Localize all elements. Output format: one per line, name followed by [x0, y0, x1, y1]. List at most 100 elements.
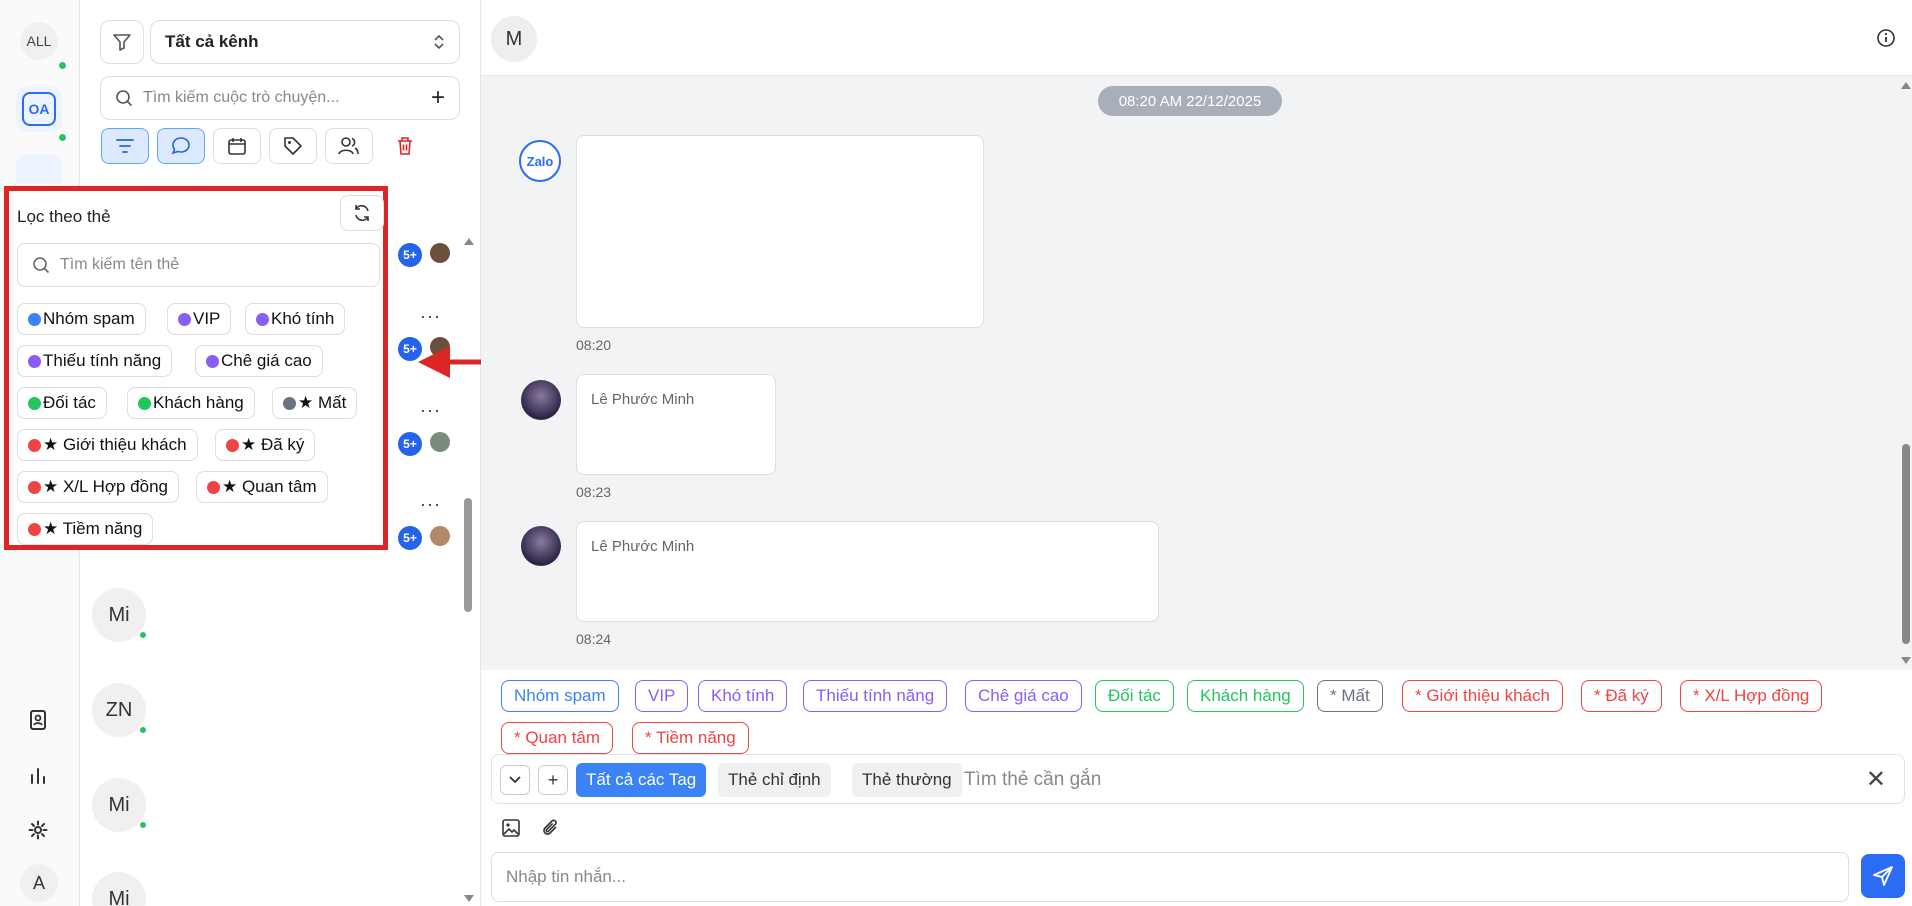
- sort-filter-button[interactable]: [101, 128, 149, 164]
- message-bubble[interactable]: Lê Phước Minh: [576, 521, 1159, 622]
- oa-label: OA: [22, 92, 56, 126]
- paperclip-icon[interactable]: [541, 818, 561, 838]
- unread-badge: 5+: [398, 432, 422, 456]
- online-dot: [58, 133, 67, 142]
- more-options-icon[interactable]: ···: [420, 494, 441, 515]
- conversation-initials: ZN: [105, 698, 133, 721]
- tag-label: ★ X/L Hợp đồng: [43, 477, 168, 496]
- add-tag-button[interactable]: +: [538, 765, 568, 795]
- tab-specified-tags[interactable]: Thẻ chỉ định: [718, 763, 831, 797]
- chat-filter-button[interactable]: [157, 128, 205, 164]
- tag-chip-da-ky[interactable]: ★ Đã ký: [215, 429, 316, 461]
- users-filter-button[interactable]: [325, 128, 373, 164]
- add-conversation-button[interactable]: +: [431, 84, 445, 112]
- users-icon: [338, 137, 359, 155]
- unread-count: 5+: [403, 531, 417, 545]
- message-scrollbar[interactable]: [1900, 76, 1912, 670]
- calendar-filter-button[interactable]: [213, 128, 261, 164]
- tag-color-dot: [28, 480, 41, 494]
- collapse-button[interactable]: [500, 765, 530, 795]
- tag-mat[interactable]: * Mất: [1317, 680, 1383, 712]
- tag-chip-tiem-nang[interactable]: ★ Tiềm năng: [17, 513, 154, 545]
- user-avatar[interactable]: A: [20, 864, 58, 902]
- tag-gioi-thieu-khach[interactable]: * Giới thiệu khách: [1402, 680, 1563, 712]
- chat-avatar[interactable]: M: [491, 16, 537, 62]
- conversation-initials: Mi: [108, 603, 130, 626]
- zalo-avatar: Zalo: [519, 140, 561, 182]
- message-bubble[interactable]: [576, 135, 984, 328]
- tag-chip-che-gia-cao[interactable]: Chê giá cao: [195, 345, 323, 377]
- channel-select[interactable]: Tất cả kênh: [150, 20, 460, 64]
- all-channels-button[interactable]: ALL: [20, 22, 58, 60]
- conversation-avatar[interactable]: Mi: [92, 778, 148, 832]
- tag-chip-mat[interactable]: ★ Mất: [272, 387, 358, 419]
- tag-color-dot: [28, 354, 41, 368]
- message-scroll-thumb[interactable]: [1902, 444, 1910, 644]
- info-icon[interactable]: [1876, 28, 1896, 48]
- tag-chip-kho-tinh[interactable]: Khó tính: [245, 303, 346, 335]
- unread-badge: 5+: [398, 243, 422, 267]
- scroll-down-icon[interactable]: [1900, 656, 1912, 666]
- message-input[interactable]: Nhập tin nhắn...: [491, 852, 1849, 902]
- conversation-avatar[interactable]: ZN: [92, 683, 148, 737]
- more-options-icon[interactable]: ···: [420, 306, 441, 327]
- tag-chip-khach-hang[interactable]: Khách hàng: [127, 387, 255, 419]
- tag-chip-xl-hop-dong[interactable]: ★ X/L Hợp đồng: [17, 471, 179, 503]
- funnel-icon: [113, 34, 131, 51]
- unread-badge: 5+: [398, 526, 422, 550]
- tag-chip-nhom-spam[interactable]: Nhóm spam: [17, 303, 146, 335]
- contacts-icon[interactable]: [26, 708, 50, 732]
- participant-avatar: [430, 432, 450, 452]
- tag-doi-tac[interactable]: Đối tác: [1095, 680, 1174, 712]
- tag-xl-hop-dong[interactable]: * X/L Hợp đồng: [1680, 680, 1823, 712]
- tag-chip-doi-tac[interactable]: Đối tác: [17, 387, 107, 419]
- tag-filter-button[interactable]: [269, 128, 317, 164]
- message-time: 08:20: [576, 337, 612, 353]
- tag-color-dot: [256, 312, 269, 326]
- scroll-down-icon[interactable]: [462, 894, 476, 904]
- conversation-search[interactable]: Tìm kiếm cuộc trò chuyện... +: [100, 76, 460, 120]
- channel-button[interactable]: [16, 154, 62, 184]
- refresh-icon: [355, 205, 369, 221]
- tag-toolbar: + Tất cả các Tag Thẻ chỉ định Thẻ thường…: [491, 754, 1905, 804]
- zalo-oa-button[interactable]: OA: [16, 86, 62, 132]
- chart-icon[interactable]: [26, 764, 50, 788]
- tag-khach-hang[interactable]: Khách hàng: [1187, 680, 1304, 712]
- close-icon[interactable]: ✕: [1866, 765, 1886, 794]
- send-button[interactable]: [1861, 854, 1905, 898]
- online-dot: [138, 630, 148, 640]
- tag-search-input[interactable]: Tìm kiếm tên thẻ: [17, 243, 380, 287]
- tag-chip-thieu-tinh-nang[interactable]: Thiếu tính năng: [17, 345, 173, 377]
- tag-nhom-spam[interactable]: Nhóm spam: [501, 680, 619, 712]
- tag-chip-vip[interactable]: VIP: [167, 303, 232, 335]
- gear-icon[interactable]: [26, 818, 50, 842]
- tag-chip-quan-tam[interactable]: ★ Quan tâm: [196, 471, 328, 503]
- tab-all-tags[interactable]: Tất cả các Tag: [576, 763, 707, 797]
- tag-thieu-tinh-nang[interactable]: Thiếu tính năng: [803, 680, 948, 712]
- image-icon[interactable]: [501, 818, 521, 838]
- scroll-up-icon[interactable]: [1900, 80, 1912, 90]
- participant-avatar: [430, 243, 450, 263]
- tag-quan-tam[interactable]: * Quan tâm: [501, 722, 613, 754]
- date-separator: 08:20 AM 22/12/2025: [1098, 86, 1282, 116]
- delete-filter-button[interactable]: [381, 128, 429, 164]
- conversation-avatar[interactable]: Mi: [92, 872, 146, 906]
- tag-chip-gioi-thieu-khach[interactable]: ★ Giới thiệu khách: [17, 429, 198, 461]
- filter-button[interactable]: [100, 20, 144, 64]
- refresh-button[interactable]: [340, 195, 384, 231]
- tag-kho-tinh[interactable]: Khó tính: [698, 680, 788, 712]
- more-options-icon[interactable]: ···: [420, 400, 441, 421]
- zalo-label: Zalo: [526, 153, 554, 169]
- conversation-scroll-thumb[interactable]: [464, 498, 472, 612]
- scroll-up-icon[interactable]: [462, 236, 476, 246]
- online-dot: [138, 725, 148, 735]
- tag-da-ky[interactable]: * Đã ký: [1581, 680, 1662, 712]
- conversation-avatar[interactable]: Mi: [92, 588, 148, 642]
- tab-normal-tags[interactable]: Thẻ thường: [852, 763, 962, 797]
- tag-tiem-nang[interactable]: * Tiềm năng: [632, 722, 749, 754]
- tag-che-gia-cao[interactable]: Chê giá cao: [965, 680, 1082, 712]
- tag-find-input[interactable]: Tìm thẻ cần gắn: [964, 769, 1101, 791]
- tag-vip[interactable]: VIP: [635, 680, 689, 712]
- avatar-label: A: [32, 872, 45, 893]
- message-bubble[interactable]: Lê Phước Minh: [576, 374, 776, 475]
